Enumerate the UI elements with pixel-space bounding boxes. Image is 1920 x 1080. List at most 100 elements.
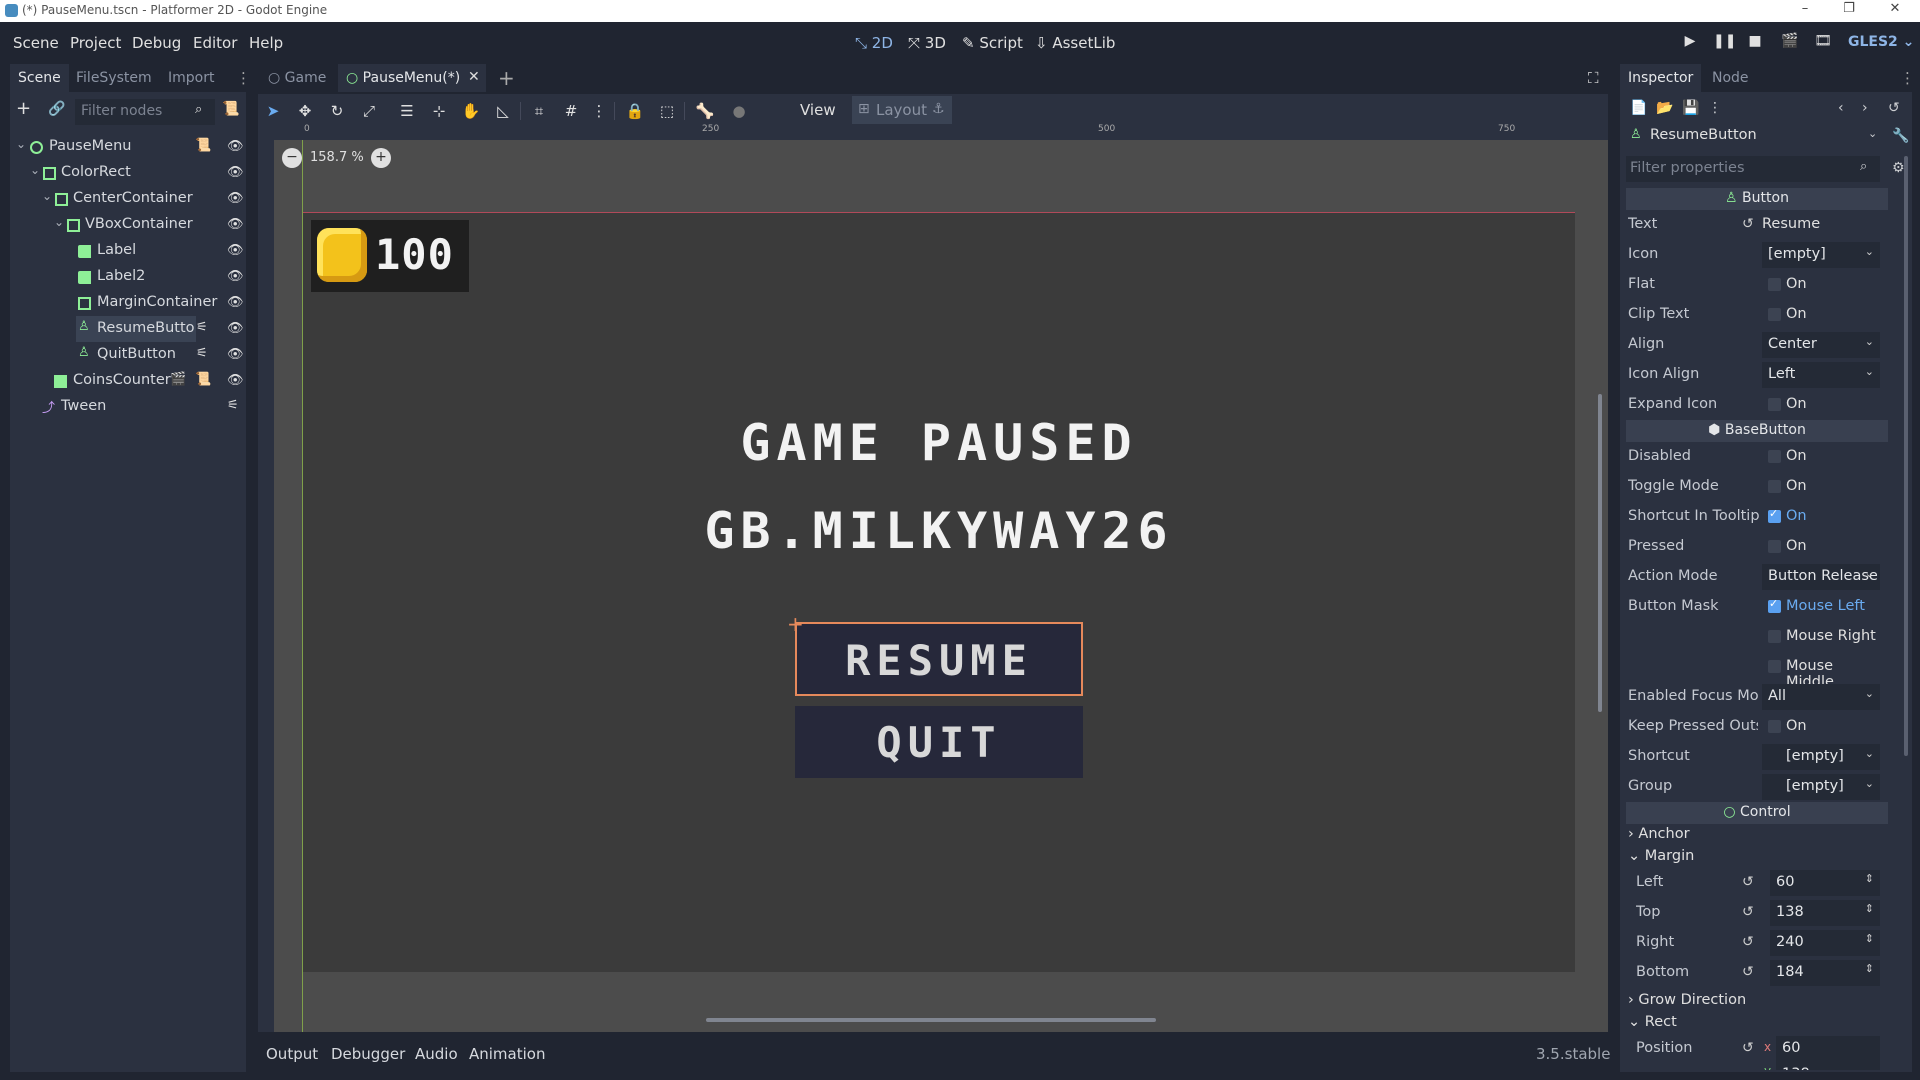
revert-icon[interactable]: ↺ — [1742, 904, 1754, 920]
collapse-arrow-icon[interactable]: ⌄ — [42, 189, 52, 203]
snap-options-icon[interactable]: ⋮ — [588, 102, 610, 120]
select-mode-icon[interactable]: ➤ — [262, 102, 284, 120]
tree-node-coinscounter[interactable]: CoinsCounter 🎬 📜 👁 — [10, 368, 244, 394]
new-scene-tab-icon[interactable]: + — [498, 66, 515, 90]
collapse-arrow-icon[interactable]: ⌄ — [30, 163, 40, 177]
section-basebutton[interactable]: ⬢ BaseButton — [1626, 420, 1888, 442]
tab-debugger[interactable]: Debugger — [331, 1045, 405, 1063]
disabled-checkbox[interactable] — [1768, 450, 1781, 463]
group-anchor[interactable]: › Anchor — [1628, 826, 1690, 842]
prop-flat[interactable]: Flat On — [1620, 270, 1886, 300]
skeleton-icon[interactable]: 🦴 — [694, 102, 716, 120]
visibility-eye-icon[interactable]: 👁 — [227, 321, 244, 336]
signal-icon[interactable]: ⚟ — [196, 320, 208, 335]
zoom-out-icon[interactable]: − — [282, 148, 302, 168]
filter-properties-input[interactable]: Filter properties ⌕ — [1626, 156, 1880, 182]
pause-icon[interactable]: ❚❚ — [1713, 33, 1736, 53]
revert-icon[interactable]: ↺ — [1742, 964, 1754, 980]
tab-pausemenu-scene[interactable]: ○ PauseMenu(*) ✕ — [338, 64, 486, 92]
object-selector[interactable]: ♙ ResumeButton ⌄ — [1628, 124, 1886, 148]
prop-keep-pressed-outside[interactable]: Keep Pressed Outs On — [1620, 712, 1886, 742]
camera-override-icon[interactable]: ● — [728, 102, 750, 120]
expand-icon-checkbox[interactable] — [1768, 398, 1781, 411]
object-properties-icon[interactable]: 🔧 — [1892, 128, 1909, 144]
mouse-left-checkbox[interactable] — [1768, 597, 1781, 613]
lock-icon[interactable]: 🔒 — [624, 102, 646, 120]
spinner-icon[interactable]: ⇕ — [1865, 962, 1874, 975]
stop-icon[interactable]: ■ — [1745, 33, 1765, 53]
tab-game-scene[interactable]: ○ Game — [258, 64, 334, 92]
menu-editor[interactable]: Editor — [193, 34, 237, 52]
revert-icon[interactable]: ↺ — [1742, 216, 1754, 232]
script-attached-icon[interactable]: 📜 — [195, 372, 211, 387]
prop-button-mask[interactable]: Button Mask Mouse Left Mouse Right Mouse… — [1620, 592, 1886, 690]
resource-menu-icon[interactable]: ⋮ — [1708, 100, 1722, 116]
tree-node-vboxcontainer[interactable]: ⌄ VBoxContainer 👁 — [10, 212, 244, 238]
signal-icon[interactable]: ⚟ — [196, 346, 208, 361]
filter-options-icon[interactable]: ⚙ — [1892, 160, 1905, 176]
shortcut-in-tooltip-checkbox[interactable] — [1768, 507, 1781, 523]
visibility-eye-icon[interactable]: 👁 — [227, 373, 244, 388]
distraction-free-icon[interactable]: ⛶ — [1588, 69, 1599, 87]
pan-mode-icon[interactable]: ✋ — [460, 102, 482, 120]
clip-text-checkbox[interactable] — [1768, 308, 1781, 321]
mouse-right-checkbox[interactable] — [1768, 630, 1781, 643]
new-resource-icon[interactable]: 📄 — [1630, 100, 1647, 116]
move-mode-icon[interactable]: ✥ — [294, 102, 316, 120]
prop-shortcut[interactable]: Shortcut [empty] ⌄ — [1620, 742, 1886, 772]
prop-toggle-mode[interactable]: Toggle Mode On — [1620, 472, 1886, 502]
group-margin[interactable]: ⌄ Margin — [1628, 848, 1694, 864]
horizontal-scrollbar[interactable] — [706, 1018, 1156, 1022]
grid-snap-icon[interactable]: # — [560, 102, 582, 120]
section-button[interactable]: ♙ Button — [1626, 188, 1888, 210]
prop-icon-align[interactable]: Icon Align Left ⌄ — [1620, 360, 1886, 390]
canvas-viewport[interactable]: 0 250 500 750 − 158.7 % + 100 GAME PAUSE… — [258, 124, 1608, 1032]
prop-margin-left[interactable]: Left ↺ 60 ⇕ — [1620, 868, 1886, 898]
workspace-script-button[interactable]: ✎ Script — [962, 34, 1023, 52]
spinner-icon[interactable]: ⇕ — [1865, 932, 1874, 945]
visibility-eye-icon[interactable]: 👁 — [227, 295, 244, 310]
prop-shortcut-in-tooltip[interactable]: Shortcut In Tooltip On — [1620, 502, 1886, 532]
prop-pressed[interactable]: Pressed On — [1620, 532, 1886, 562]
visibility-eye-icon[interactable]: 👁 — [227, 243, 244, 258]
tab-animation[interactable]: Animation — [469, 1045, 545, 1063]
minimize-icon[interactable]: – — [1790, 1, 1820, 16]
group-grow-direction[interactable]: › Grow Direction — [1628, 992, 1746, 1008]
filter-nodes-input[interactable]: Filter nodes ⌕ — [75, 99, 215, 125]
smart-snap-icon[interactable]: ⌗ — [528, 102, 550, 120]
prop-margin-top[interactable]: Top ↺ 138 ⇕ — [1620, 898, 1886, 928]
ruler-mode-icon[interactable]: ◺ — [492, 102, 514, 120]
prop-clip-text[interactable]: Clip Text On — [1620, 300, 1886, 330]
prop-expand-icon[interactable]: Expand Icon On — [1620, 390, 1886, 420]
tab-import[interactable]: Import — [160, 64, 222, 92]
tab-node[interactable]: Node — [1704, 64, 1757, 92]
prop-disabled[interactable]: Disabled On — [1620, 442, 1886, 472]
flat-checkbox[interactable] — [1768, 278, 1781, 291]
open-in-editor-icon[interactable]: 🎬 — [170, 372, 186, 387]
tree-node-label[interactable]: Label 👁 — [10, 238, 244, 264]
revert-icon[interactable]: ↺ — [1742, 1040, 1754, 1056]
pressed-checkbox[interactable] — [1768, 540, 1781, 553]
visibility-eye-icon[interactable]: 👁 — [227, 269, 244, 284]
keep-pressed-checkbox[interactable] — [1768, 720, 1781, 733]
collapse-arrow-icon[interactable]: ⌄ — [54, 215, 64, 229]
inspector-scrollbar[interactable] — [1904, 156, 1908, 756]
revert-icon[interactable]: ↺ — [1742, 934, 1754, 950]
pivot-cross-icon[interactable]: + — [787, 612, 804, 636]
prop-margin-bottom[interactable]: Bottom ↺ 184 ⇕ — [1620, 958, 1886, 988]
prop-icon[interactable]: Icon [empty] ⌄ — [1620, 240, 1886, 270]
load-resource-icon[interactable]: 📂 — [1656, 100, 1673, 116]
tree-node-resumebutton[interactable]: ♙ ResumeButto — [76, 316, 196, 342]
history-icon[interactable]: ↺ — [1888, 100, 1900, 116]
resume-button[interactable]: RESUME — [795, 622, 1083, 696]
tree-node-tween[interactable]: ⤴ Tween ⚟ — [10, 394, 240, 420]
tab-filesystem[interactable]: FileSystem — [68, 64, 160, 92]
dock-menu-icon[interactable]: ⋮ — [236, 69, 251, 87]
menu-debug[interactable]: Debug — [132, 34, 181, 52]
workspace-2d-button[interactable]: ⤡ 2D — [855, 34, 893, 52]
prop-focus-mode[interactable]: Enabled Focus Mo All ⌄ — [1620, 682, 1886, 712]
workspace-3d-button[interactable]: ⤧ 3D — [908, 34, 946, 52]
history-back-icon[interactable]: ‹ — [1838, 100, 1844, 116]
collapse-arrow-icon[interactable]: ⌄ — [16, 137, 26, 151]
view-menu-button[interactable]: View — [800, 101, 836, 119]
